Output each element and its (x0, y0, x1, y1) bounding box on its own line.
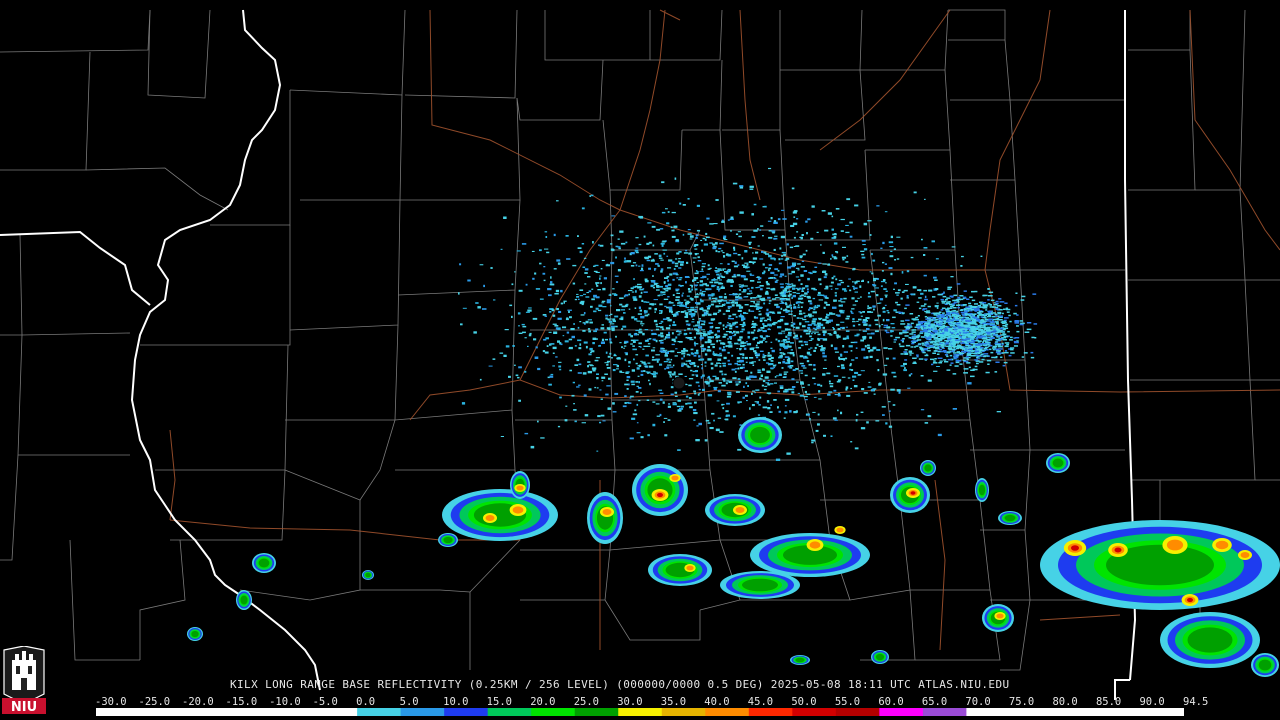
scale-label: 50.0 (791, 696, 817, 708)
scale-swatch (487, 708, 532, 716)
color-scale-bar (96, 708, 1184, 716)
scale-swatch (183, 708, 228, 716)
scale-label: 25.0 (573, 696, 600, 708)
scale-label: 10.0 (443, 696, 469, 708)
scale-swatch (748, 708, 793, 716)
scale-label: 40.0 (704, 696, 730, 708)
scale-swatch (531, 708, 576, 716)
scale-swatch (879, 708, 924, 716)
scale-label: 75.0 (1008, 696, 1035, 708)
radar-site-marker (672, 376, 686, 390)
scale-label: 60.0 (878, 696, 904, 708)
scale-label: 94.5 (1183, 696, 1209, 708)
scale-swatch (400, 708, 445, 716)
scale-swatch (792, 708, 837, 716)
scale-swatch (139, 708, 184, 716)
scale-swatch (966, 708, 1011, 716)
scale-label: 20.0 (530, 696, 556, 708)
scale-swatch (1140, 708, 1184, 716)
scale-swatch (313, 708, 358, 716)
product-title: KILX LONG RANGE BASE REFLECTIVITY (0.25K… (230, 678, 1010, 691)
scale-label: -5.0 (312, 696, 338, 708)
scale-swatch (705, 708, 750, 716)
scale-swatch (96, 708, 141, 716)
radar-map (0, 0, 1280, 720)
scale-swatch (357, 708, 402, 716)
scale-label: -30.0 (95, 696, 127, 708)
scale-swatch (835, 708, 880, 716)
scale-label: 90.0 (1139, 696, 1165, 708)
scale-swatch (1053, 708, 1098, 716)
scale-label: 85.0 (1095, 696, 1122, 708)
scale-label: 35.0 (660, 696, 687, 708)
scale-swatch (270, 708, 315, 716)
scale-label: -10.0 (269, 696, 301, 708)
scale-label: 45.0 (747, 696, 774, 708)
scale-swatch (1096, 708, 1141, 716)
scale-label: -20.0 (182, 696, 214, 708)
scale-label: 5.0 (399, 696, 419, 708)
scale-swatch (1009, 708, 1054, 716)
scale-swatch (574, 708, 619, 716)
scale-swatch (226, 708, 271, 716)
niu-logo: NIU (2, 646, 46, 715)
scale-label: 55.0 (834, 696, 861, 708)
scale-label: 15.0 (486, 696, 512, 708)
scale-label: 0.0 (356, 696, 376, 708)
scale-swatch (661, 708, 706, 716)
scale-label: 70.0 (965, 696, 991, 708)
scale-label: 65.0 (921, 696, 948, 708)
color-scale-labels: -30.0 -25.0 -20.0 -15.0 -10.0 -5.0 0.0 5.0 10.0 1… (95, 696, 1208, 708)
scale-swatch (618, 708, 663, 716)
scale-label: -15.0 (225, 696, 258, 708)
scale-swatch (444, 708, 489, 716)
scale-swatch (922, 708, 967, 716)
scale-label: 30.0 (617, 696, 643, 708)
svg-text:NIU: NIU (11, 700, 37, 715)
scale-label: 80.0 (1052, 696, 1078, 708)
scale-label: -25.0 (138, 696, 171, 708)
